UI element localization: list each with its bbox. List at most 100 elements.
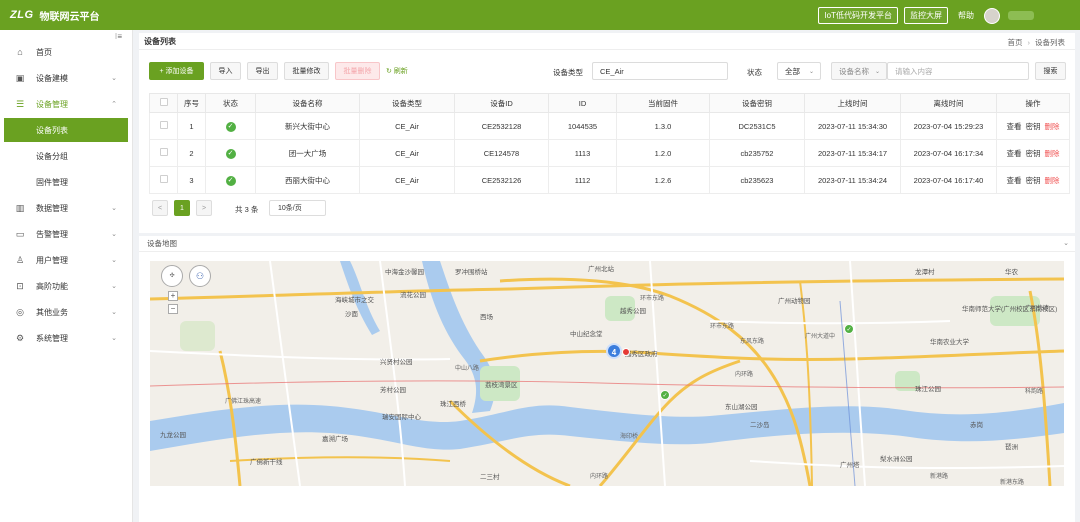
cell-firmware: 1.2.0	[616, 139, 710, 167]
col-header: 状态	[205, 93, 256, 113]
device-cluster-marker[interactable]: 4	[606, 343, 622, 359]
sidebar-item-device-list[interactable]: 设备列表	[4, 118, 128, 142]
map-label: 越秀区政府	[625, 351, 658, 358]
cell-ops: 查看 密钥 删除	[996, 112, 1070, 140]
map-label: 罗冲围桥站	[455, 269, 488, 276]
table-row: 3 ✓ 西丽大街中心 CE_Air CE2532126 1112 1.2.6 c…	[149, 166, 1070, 194]
logo[interactable]: ZLG 物联网云平台	[10, 8, 100, 23]
table-header-row: 序号 状态 设备名称 设备类型 设备ID ID 当前固件 设备密钥 上线时间 离…	[149, 93, 1070, 113]
page-button-current[interactable]: 1	[174, 200, 190, 216]
map-label: 梨水洲公园	[880, 456, 913, 463]
page-size-select[interactable]: 10条/页	[269, 200, 326, 216]
chevron-down-icon: ⌄	[111, 75, 117, 82]
map-label: 中山八路	[455, 366, 480, 372]
device-type-input[interactable]: CE_Air	[592, 62, 728, 80]
sidebar-item-advanced[interactable]: ⊡ 高阶功能 ⌄	[0, 274, 133, 298]
map-label: 沙面	[345, 311, 358, 318]
col-header: 设备密钥	[709, 93, 805, 113]
sidebar-item-users[interactable]: ♙ 用户管理 ⌄	[0, 248, 133, 272]
map-label: 华农	[1005, 269, 1018, 276]
map-label: 流花公园	[400, 292, 426, 299]
map-layers-icon[interactable]: ⚇	[189, 265, 211, 287]
cell-status: ✓	[205, 139, 256, 167]
sidebar-item-label: 用户管理	[36, 255, 68, 265]
map-label: 珠江西桥	[440, 401, 466, 408]
pagination: < 1 > 共 3 条 10条/页	[152, 200, 452, 216]
next-page-button[interactable]: >	[196, 200, 212, 216]
status-value: 全部	[785, 66, 800, 76]
search-field-select[interactable]: 设备名称 ⌄	[831, 62, 887, 80]
sidebar-item-label: 高阶功能	[36, 281, 68, 291]
device-marker-icon[interactable]: ✓	[660, 390, 670, 400]
avatar[interactable]	[984, 7, 1000, 24]
user-name-blurred[interactable]	[1008, 11, 1034, 20]
delete-link[interactable]: 删除	[1045, 149, 1060, 158]
col-header: ID	[548, 93, 617, 113]
cell-offline: 2023-07-04 15:29:23	[900, 112, 997, 140]
zoom-out-button[interactable]: −	[168, 304, 178, 314]
search-button[interactable]: 搜索	[1035, 62, 1066, 80]
sidebar-item-device-model[interactable]: ▣ 设备建模 ⌄	[0, 66, 133, 90]
map-title: 设备地图	[147, 239, 177, 248]
cell-key: DC2531C5	[709, 112, 805, 140]
cell-type: CE_Air	[359, 112, 455, 140]
sidebar-item-home[interactable]: ⌂ 首页	[0, 40, 133, 64]
col-header: 序号	[177, 93, 206, 113]
table-row: 2 ✓ 团一大广场 CE_Air CE124578 1113 1.2.0 cb2…	[149, 139, 1070, 167]
key-link[interactable]: 密钥	[1026, 122, 1041, 131]
prev-page-button[interactable]: <	[152, 200, 168, 216]
import-button[interactable]: 导入	[210, 62, 241, 80]
total-count: 共 3 条	[235, 205, 259, 214]
device-type-label: 设备类型	[553, 68, 583, 77]
cell-firmware: 1.2.6	[616, 166, 710, 194]
cell-status: ✓	[205, 112, 256, 140]
export-button[interactable]: 导出	[247, 62, 278, 80]
device-map[interactable]: ✣ ⚇ + − 中海金沙馨园 罗冲围桥站 广州北站 广州动物园 海峡城市之交 流…	[150, 261, 1064, 486]
map-label: 赤岗	[970, 422, 983, 429]
key-link[interactable]: 密钥	[1026, 176, 1041, 185]
status-select[interactable]: 全部 ⌄	[777, 62, 821, 80]
row-checkbox[interactable]	[149, 112, 178, 140]
chevron-down-icon: ⌄	[111, 283, 117, 290]
breadcrumb-separator-icon: ›	[1027, 38, 1031, 47]
sidebar-item-device-manage[interactable]: ☰ 设备管理 ⌃	[0, 92, 133, 116]
sidebar-item-device-group[interactable]: 设备分组	[0, 144, 133, 168]
delete-link[interactable]: 删除	[1045, 122, 1060, 131]
breadcrumb-home[interactable]: 首页	[1008, 38, 1023, 47]
map-label: 内环路	[735, 372, 754, 378]
refresh-button[interactable]: ↻ 刷新	[386, 66, 408, 76]
device-marker-icon[interactable]: ✓	[844, 324, 854, 334]
sidebar-item-business[interactable]: ◎ 其他业务 ⌄	[0, 300, 133, 324]
lowcode-platform-button[interactable]: IoT低代码开发平台	[818, 7, 898, 24]
sidebar-item-alarm[interactable]: ▭ 告警管理 ⌄	[0, 222, 133, 246]
row-checkbox[interactable]	[149, 166, 178, 194]
table-row: 1 ✓ 新兴大街中心 CE_Air CE2532128 1044535 1.3.…	[149, 112, 1070, 140]
monitor-screen-button[interactable]: 监控大屏	[904, 7, 948, 24]
view-link[interactable]: 查看	[1007, 176, 1022, 185]
compass-icon[interactable]: ✣	[161, 265, 183, 287]
online-check-icon: ✓	[225, 175, 236, 186]
page-title: 设备列表	[144, 36, 176, 46]
select-all-checkbox[interactable]	[149, 93, 178, 113]
sidebar-item-firmware[interactable]: 固件管理	[0, 170, 133, 194]
add-device-button[interactable]: + 添加设备	[149, 62, 204, 80]
batch-delete-button[interactable]: 批量删除	[335, 62, 380, 80]
sidebar-item-data[interactable]: ▥ 数据管理 ⌄	[0, 196, 133, 220]
view-link[interactable]: 查看	[1007, 149, 1022, 158]
search-input[interactable]: 请输入内容	[887, 62, 1029, 80]
device-list-panel: 设备列表 首页 › 设备列表 + 添加设备 导入 导出 批量修改 批量删除 ↻ 刷新…	[139, 33, 1075, 233]
batch-edit-button[interactable]: 批量修改	[284, 62, 329, 80]
chevron-down-icon[interactable]: ⌄	[1063, 239, 1069, 247]
row-checkbox[interactable]	[149, 139, 178, 167]
key-link[interactable]: 密钥	[1026, 149, 1041, 158]
map-label: 嘉溯广场	[322, 436, 348, 443]
view-link[interactable]: 查看	[1007, 122, 1022, 131]
map-label: 广州动物园	[778, 298, 811, 305]
map-label: 龙潭村	[915, 269, 935, 276]
sidebar-item-system[interactable]: ⚙ 系统管理 ⌄	[0, 326, 133, 350]
zoom-in-button[interactable]: +	[168, 291, 178, 301]
cell-ops: 查看 密钥 删除	[996, 139, 1070, 167]
help-link[interactable]: 帮助	[958, 10, 974, 21]
chevron-down-icon: ⌄	[808, 68, 814, 75]
delete-link[interactable]: 删除	[1045, 176, 1060, 185]
